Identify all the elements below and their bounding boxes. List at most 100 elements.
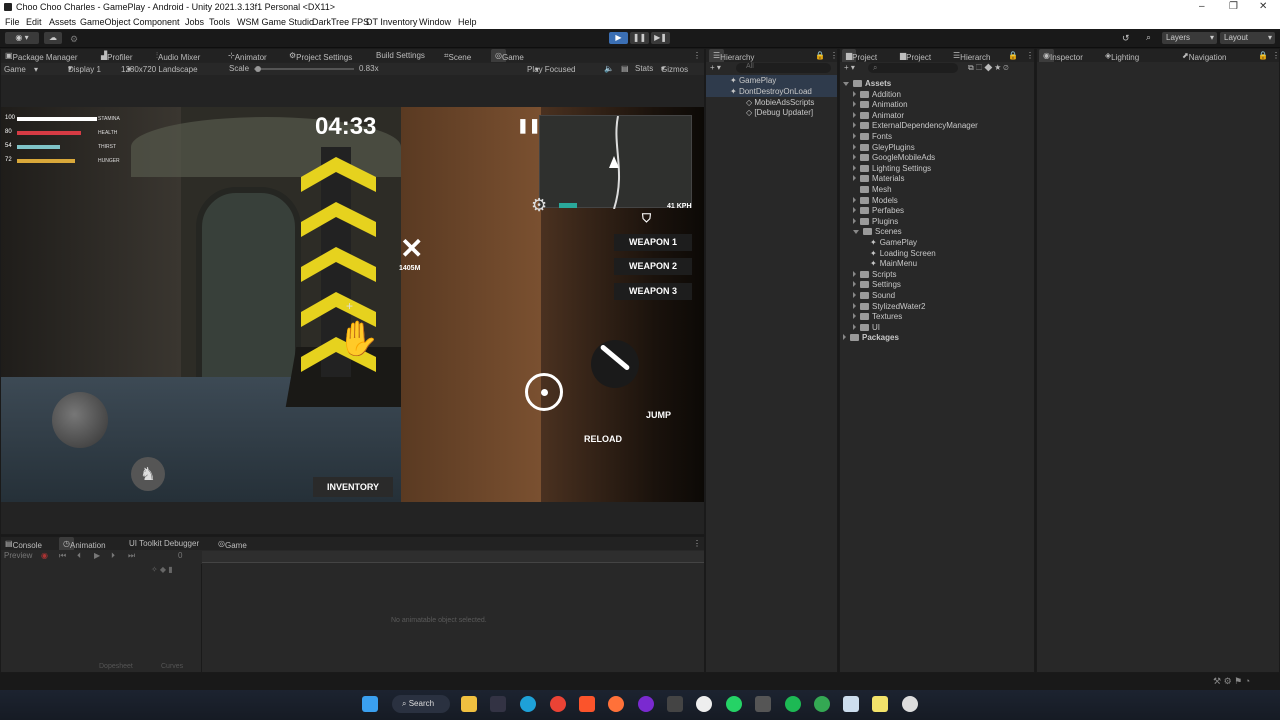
- project-scene-mainmenu[interactable]: ✦ MainMenu: [870, 259, 917, 268]
- menu-dt-inventory[interactable]: DT Inventory: [366, 17, 417, 27]
- tab-inspector[interactable]: ◉ Inspector: [1039, 49, 1083, 62]
- bottom-more-icon[interactable]: ⋮: [693, 539, 701, 548]
- project-folder-assets[interactable]: Assets: [843, 79, 891, 88]
- photos-icon[interactable]: [843, 696, 859, 712]
- project-folder-settings[interactable]: Settings: [853, 280, 901, 289]
- next-key-icon[interactable]: ⏵: [111, 551, 115, 561]
- tab-animator[interactable]: ⊹ Animator: [228, 51, 267, 62]
- search-icon[interactable]: ⌕: [1146, 32, 1151, 43]
- store-icon[interactable]: [490, 696, 506, 712]
- project-more-icon[interactable]: ⋮: [1026, 51, 1034, 60]
- project-scene-loading-screen[interactable]: ✦ Loading Screen: [870, 249, 936, 258]
- project-folder-plugins[interactable]: Plugins: [853, 217, 898, 226]
- tab-lighting[interactable]: ◈ Lighting: [1105, 51, 1139, 62]
- project-folder-scenes[interactable]: Scenes: [853, 227, 902, 236]
- project-folder-materials[interactable]: Materials: [853, 174, 904, 183]
- notepad-icon[interactable]: [872, 696, 888, 712]
- gizmos-dropdown[interactable]: Gizmos ▾: [661, 64, 688, 74]
- app-icon-purple[interactable]: [638, 696, 654, 712]
- tab-navigation[interactable]: ⬈ Navigation: [1182, 51, 1227, 62]
- taskbar-search[interactable]: ⌕ Search: [392, 695, 450, 713]
- curves-tab[interactable]: Curves: [161, 663, 183, 670]
- inspector-lock-icon[interactable]: 🔒: [1258, 51, 1268, 60]
- close-icon[interactable]: ✕: [1259, 1, 1267, 12]
- cloud-icon[interactable]: ☁: [44, 32, 62, 44]
- tab-game[interactable]: ◎ Game: [491, 49, 524, 62]
- whatsapp-icon[interactable]: [726, 696, 742, 712]
- project-folder-addition[interactable]: Addition: [853, 90, 901, 99]
- game-viewport[interactable]: 100 STAMINA 80 HEALTH 54 THIRST 72 HUNGE…: [1, 107, 704, 502]
- project-folder-models[interactable]: Models: [853, 196, 898, 205]
- scale-slider-handle[interactable]: [255, 66, 261, 72]
- project-folder-packages[interactable]: Packages: [843, 333, 899, 342]
- edge-icon[interactable]: [520, 696, 536, 712]
- project-folder-animation[interactable]: Animation: [853, 100, 908, 109]
- create-icon[interactable]: + ▾: [710, 63, 721, 72]
- layout-dropdown[interactable]: Layout ▾: [1220, 32, 1275, 44]
- hierarchy-more-icon[interactable]: ⋮: [830, 51, 838, 60]
- menu-window[interactable]: Window: [419, 17, 451, 27]
- jump-button[interactable]: JUMP: [646, 410, 671, 420]
- project-filter-icons[interactable]: ⧉ ⬚ ◆ ★ ⌀: [968, 63, 1009, 73]
- menu-help[interactable]: Help: [458, 17, 477, 27]
- project-folder-stylizedwater2[interactable]: StylizedWater2: [853, 302, 926, 311]
- project-folder-googlemobileads[interactable]: GoogleMobileAds: [853, 153, 935, 162]
- display-dropdown[interactable]: Display 1 ▾: [68, 64, 101, 74]
- hierarchy-search-input[interactable]: All: [736, 63, 831, 73]
- menu-edit[interactable]: Edit: [26, 17, 42, 27]
- project-folder-perfabes[interactable]: Perfabes: [853, 206, 904, 215]
- firefox-icon[interactable]: [608, 696, 624, 712]
- menu-component[interactable]: Component: [133, 17, 180, 27]
- menu-jobs[interactable]: Jobs: [185, 17, 204, 27]
- project-folder-fonts[interactable]: Fonts: [853, 132, 892, 141]
- hierarchy-item-dontdestroyonload[interactable]: ✦ DontDestroyOnLoad: [730, 87, 812, 96]
- tab-profiler[interactable]: ▟ Profiler: [101, 51, 133, 62]
- history-icon[interactable]: ↺: [1122, 33, 1130, 44]
- first-key-icon[interactable]: ⏮: [59, 551, 66, 561]
- weapon-1-button[interactable]: WEAPON 1: [614, 234, 692, 251]
- tab-console[interactable]: ▤ Console: [5, 539, 42, 550]
- more-menu-icon[interactable]: ⋮: [693, 51, 701, 60]
- hierarchy-item-mobieadsscripts[interactable]: ◇ MobieAdsScripts: [746, 98, 814, 107]
- project-folder-scripts[interactable]: Scripts: [853, 270, 896, 279]
- pause-icon[interactable]: ❚❚: [517, 117, 540, 134]
- chrome-alt-icon[interactable]: [814, 696, 830, 712]
- project-folder-gleyplugins[interactable]: GleyPlugins: [853, 143, 915, 152]
- hierarchy-item-debug-updater[interactable]: ◇ [Debug Updater]: [746, 108, 813, 117]
- unity-editor-icon[interactable]: [755, 696, 771, 712]
- project-folder-sound[interactable]: Sound: [853, 291, 895, 300]
- tab-game-2[interactable]: ◎ Game: [218, 539, 247, 550]
- hand-interact-icon[interactable]: ✋: [337, 319, 379, 359]
- stats-toggle[interactable]: Stats: [635, 64, 653, 73]
- stats-grid-icon[interactable]: ▤: [621, 64, 629, 73]
- mute-audio-icon[interactable]: 🔈: [604, 64, 614, 73]
- tab-hierarchy-2[interactable]: ☰ Hierarch: [953, 51, 990, 62]
- spotify-icon[interactable]: [785, 696, 801, 712]
- unreal-icon[interactable]: [696, 696, 712, 712]
- project-folder-animator[interactable]: Animator: [853, 111, 904, 120]
- tab-build-settings[interactable]: Build Settings: [376, 51, 425, 60]
- tab-project-2[interactable]: ▆ Project: [900, 51, 931, 62]
- project-search-input[interactable]: ⌕: [868, 63, 958, 73]
- chrome-icon[interactable]: [550, 696, 566, 712]
- preview-toggle[interactable]: Preview: [4, 551, 32, 560]
- last-key-icon[interactable]: ⏭: [128, 551, 135, 561]
- reload-button[interactable]: RELOAD: [584, 434, 622, 444]
- lock-icon[interactable]: 🔒: [815, 51, 825, 60]
- tab-project-settings[interactable]: ⚙ Project Settings: [289, 51, 352, 62]
- menu-darktree-fps[interactable]: DarkTree FPS: [312, 17, 369, 27]
- project-folder-mesh[interactable]: Mesh: [853, 185, 892, 194]
- maximize-icon[interactable]: ❐: [1229, 1, 1238, 12]
- unity-hub-icon[interactable]: [667, 696, 683, 712]
- play-button[interactable]: ▶: [609, 32, 628, 44]
- tab-scene[interactable]: ⌗ Scene: [444, 51, 471, 62]
- brave-icon[interactable]: [579, 696, 595, 712]
- weapon-2-button[interactable]: WEAPON 2: [614, 258, 692, 275]
- project-scene-gameplay[interactable]: ✦ GamePlay: [870, 238, 917, 247]
- menu-tools[interactable]: Tools: [209, 17, 230, 27]
- hierarchy-item-gameplay[interactable]: ✦ GamePlay: [730, 76, 776, 85]
- pause-button[interactable]: ❚❚: [630, 32, 649, 44]
- file-explorer-icon[interactable]: [461, 696, 477, 712]
- frame-field[interactable]: 0: [178, 551, 182, 560]
- project-lock-icon[interactable]: 🔒: [1008, 51, 1018, 60]
